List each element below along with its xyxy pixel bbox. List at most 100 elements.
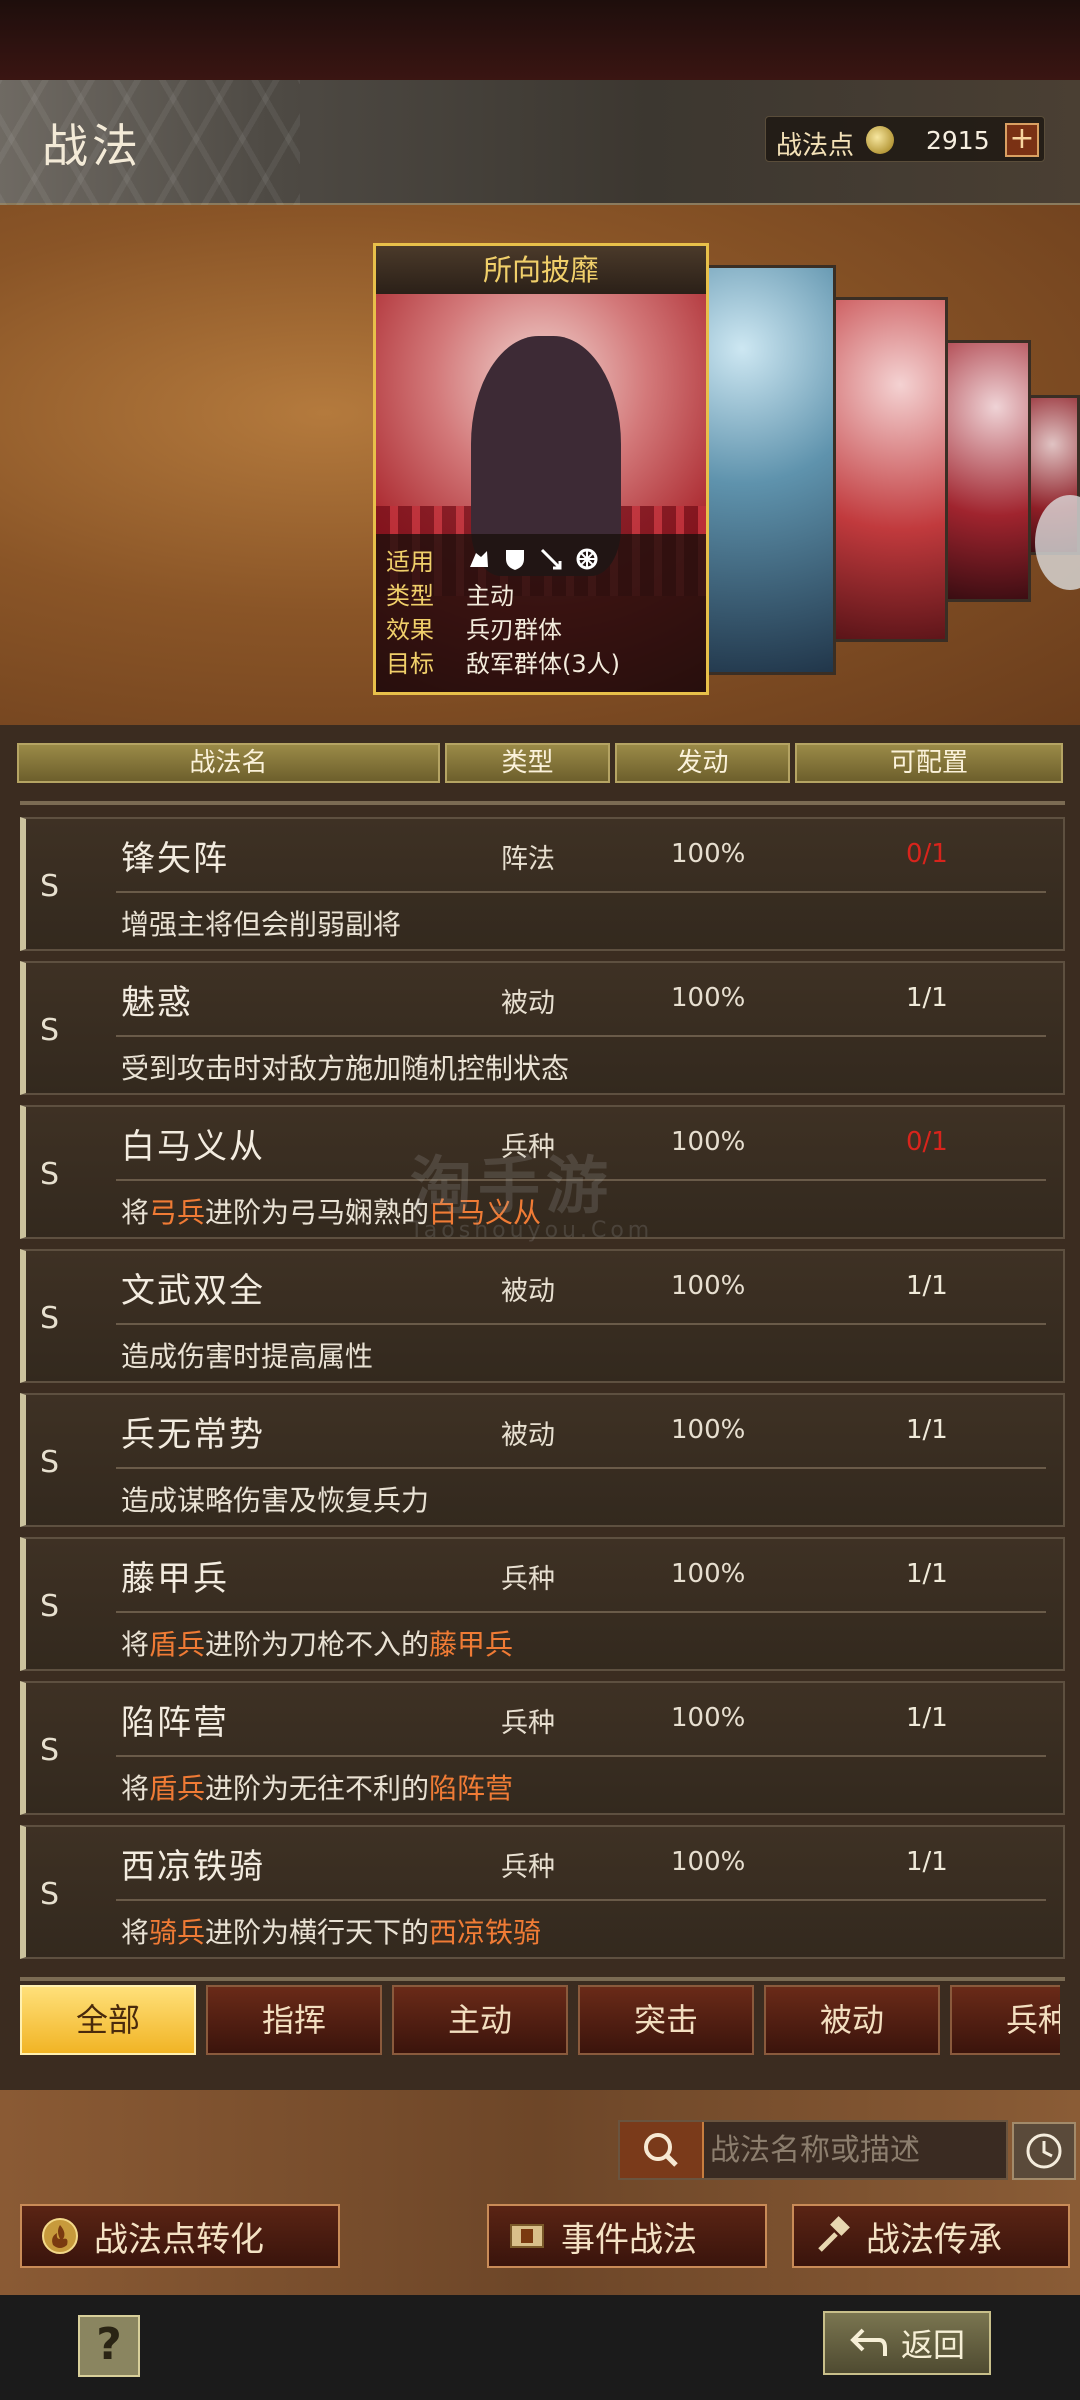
tactic-grade: S [40, 1733, 60, 1768]
tactic-type: 兵种 [501, 1852, 555, 1883]
hammer-icon [812, 2216, 852, 2256]
tactic-rate: 100% [671, 1847, 746, 1877]
search-icon [644, 2133, 678, 2167]
spear-wheel-icon [574, 546, 600, 572]
filter-tabs: 全部 指挥 主动 突击 被动 兵种 [20, 1985, 1060, 2057]
tactic-grade: S [40, 1445, 60, 1480]
search-button[interactable] [620, 2122, 704, 2178]
highlight-text: 盾兵 [149, 1628, 206, 1661]
tactic-inherit-button[interactable]: 战法传承 [792, 2204, 1070, 2268]
tactic-type: 兵种 [501, 1564, 555, 1595]
tactic-inherit-label: 战法传承 [866, 2219, 1002, 2260]
info-row-effect: 效果 兵刃群体 [386, 610, 696, 644]
tactic-name: 藤甲兵 [121, 1559, 229, 1599]
tactic-rate: 100% [671, 839, 746, 869]
tactic-rate: 100% [671, 1559, 746, 1589]
filter-tab[interactable]: 主动 [392, 1985, 568, 2055]
tactic-grade: S [40, 1013, 60, 1048]
tactic-row[interactable]: S 陷阵营 兵种 100% 1/1 将盾兵进阶为无往不利的陷阵营 [20, 1681, 1065, 1815]
highlight-text: 弓兵 [149, 1196, 206, 1229]
search-input[interactable] [710, 2124, 1000, 2176]
flame-coin-icon [40, 2216, 80, 2256]
tactic-name: 锋矢阵 [121, 839, 229, 879]
filter-tab[interactable]: 全部 [20, 1985, 196, 2055]
description-text: 将 [121, 1196, 150, 1229]
coin-icon [866, 126, 894, 154]
highlight-text: 西凉铁骑 [429, 1916, 542, 1949]
tactic-card[interactable] [945, 340, 1031, 602]
description-text: 将 [121, 1772, 150, 1805]
help-button[interactable]: ? [78, 2315, 140, 2377]
tactic-type: 阵法 [501, 844, 555, 875]
row-divider [116, 1899, 1046, 1901]
tactic-card[interactable] [700, 265, 836, 675]
row-divider [116, 1323, 1046, 1325]
description-text: 进阶为横行天下的 [205, 1916, 430, 1949]
tactic-config: 1/1 [906, 1271, 948, 1301]
row-divider [116, 1755, 1046, 1757]
tactic-name: 陷阵营 [121, 1703, 229, 1743]
highlight-text: 盾兵 [149, 1772, 206, 1805]
tactic-config: 1/1 [906, 1703, 948, 1733]
tactic-row[interactable]: S 藤甲兵 兵种 100% 1/1 将盾兵进阶为刀枪不入的藤甲兵 [20, 1537, 1065, 1671]
tactic-row[interactable]: S 魅惑 被动 100% 1/1 受到攻击时对敌方施加随机控制状态 [20, 961, 1065, 1095]
tactic-row[interactable]: S 锋矢阵 阵法 100% 0/1 增强主将但会削弱副将 [20, 817, 1065, 951]
tactic-description: 将盾兵进阶为无往不利的陷阵营 [121, 1767, 513, 1807]
tactic-grade: S [40, 1589, 60, 1624]
tactic-rate: 100% [671, 1271, 746, 1301]
tactic-name: 白马义从 [121, 1127, 265, 1167]
description-text: 将 [121, 1916, 150, 1949]
header: 战法 战法点 2915 + [0, 80, 1080, 205]
description-text: 将 [121, 1628, 150, 1661]
column-header-rate[interactable]: 发动 [615, 743, 790, 783]
tactic-row[interactable]: S 兵无常势 被动 100% 1/1 造成谋略伤害及恢复兵力 [20, 1393, 1065, 1527]
info-key: 适用 [386, 547, 434, 576]
tactic-table: 战法名 类型 发动 可配置 S 锋矢阵 阵法 100% 0/1 增强主将但会削弱副将 S 魅惑… [0, 725, 1080, 2090]
tactic-name: 魅惑 [121, 983, 193, 1023]
convert-points-button[interactable]: 战法点转化 [20, 2204, 340, 2268]
bottom-panel: 战法点转化 事件战法 战法传承 [0, 2090, 1080, 2295]
watermark: 淘手游 [410, 1149, 615, 1222]
featured-tactic-card[interactable]: 所向披靡 适用 类型 主动 效果 兵刃群体 目标 敌军群体(3人) [373, 243, 709, 695]
info-key: 效果 [386, 615, 434, 644]
event-tactics-button[interactable]: 事件战法 [487, 2204, 767, 2268]
highlight-text: 藤甲兵 [429, 1628, 514, 1661]
page-title: 战法 [42, 119, 142, 173]
tactic-grade: S [40, 1877, 60, 1912]
column-header-name[interactable]: 战法名 [17, 743, 440, 783]
info-value: 兵刃群体 [466, 615, 562, 644]
filter-tab[interactable]: 突击 [578, 1985, 754, 2055]
history-button[interactable] [1012, 2122, 1076, 2180]
applicable-icons [466, 546, 600, 572]
card-info: 适用 类型 主动 效果 兵刃群体 目标 敌军群体(3人) [376, 534, 706, 692]
highlight-text: 骑兵 [149, 1916, 206, 1949]
filter-tab[interactable]: 被动 [764, 1985, 940, 2055]
tactic-list[interactable]: S 锋矢阵 阵法 100% 0/1 增强主将但会削弱副将 S 魅惑 被动 100% 1/1 受到攻击时… [20, 801, 1065, 1981]
tactic-card-carousel[interactable]: 所向披靡 适用 类型 主动 效果 兵刃群体 目标 敌军群体(3人) [0, 205, 1080, 725]
info-key: 目标 [386, 649, 434, 678]
tactic-card[interactable] [830, 297, 948, 642]
add-points-button[interactable]: + [1005, 123, 1039, 157]
tactic-row[interactable]: S 文武双全 被动 100% 1/1 造成伤害时提高属性 [20, 1249, 1065, 1383]
description-text: 进阶为无往不利的 [205, 1772, 430, 1805]
description-text: 造成谋略伤害及恢复兵力 [121, 1484, 430, 1517]
card-title: 所向披靡 [376, 246, 706, 294]
tactic-description: 将盾兵进阶为刀枪不入的藤甲兵 [121, 1623, 513, 1663]
filter-tab[interactable]: 兵种 [950, 1985, 1060, 2055]
description-text: 进阶为刀枪不入的 [205, 1628, 430, 1661]
filter-tab[interactable]: 指挥 [206, 1985, 382, 2055]
column-header-config[interactable]: 可配置 [795, 743, 1063, 783]
points-value: 2915 [926, 126, 990, 155]
back-button[interactable]: 返回 [823, 2311, 991, 2375]
row-divider [116, 1467, 1046, 1469]
info-row-target: 目标 敌军群体(3人) [386, 644, 696, 678]
scroll-icon [507, 2216, 547, 2256]
description-text: 造成伤害时提高属性 [121, 1340, 374, 1373]
watermark-sub: Taoshouyou.Com [410, 1218, 654, 1243]
tactic-description: 造成谋略伤害及恢复兵力 [121, 1479, 429, 1519]
back-label: 返回 [900, 2326, 965, 2364]
tactic-config: 1/1 [906, 983, 948, 1013]
tactic-row[interactable]: S 西凉铁骑 兵种 100% 1/1 将骑兵进阶为横行天下的西凉铁骑 [20, 1825, 1065, 1959]
column-header-type[interactable]: 类型 [445, 743, 610, 783]
tactic-type: 被动 [501, 1276, 555, 1307]
